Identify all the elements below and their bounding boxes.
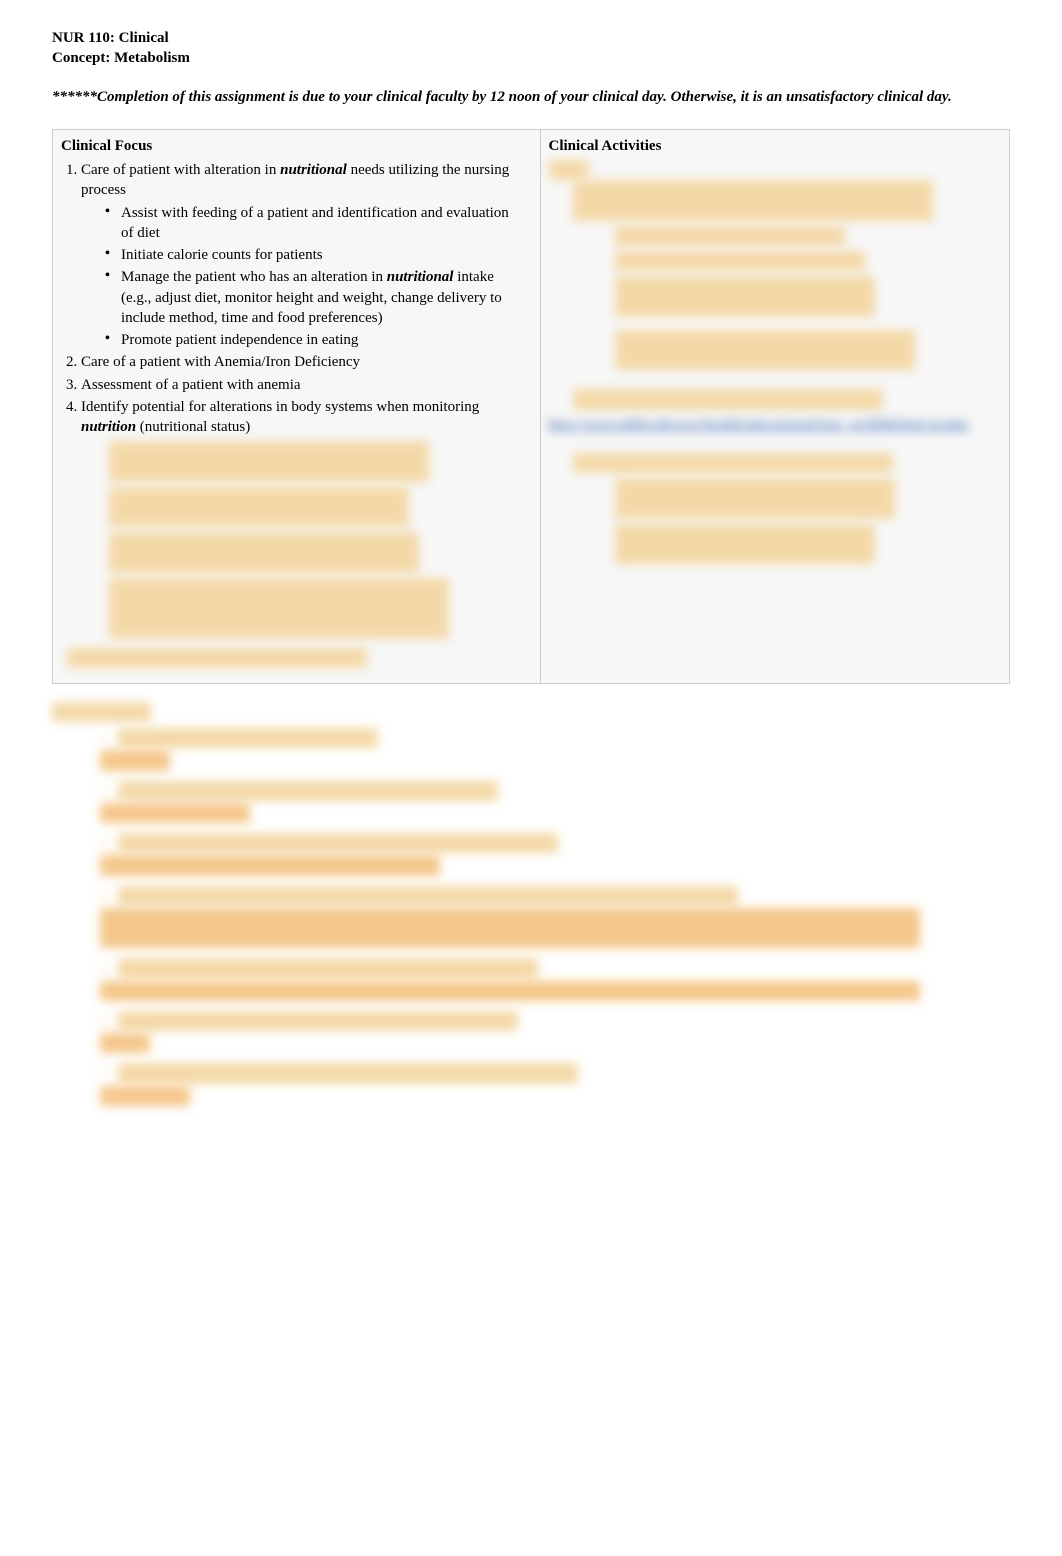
bmi-q5-q: What might you suggest if your patient w… [118,958,538,978]
bmi-q1-q: What BMI is considered "normal"? [118,728,378,748]
bullet-feeding: Assist with feeding of a patient and ide… [105,203,514,244]
bmi-q1: 1.What BMI is considered "normal"? 18.5-… [100,728,1010,771]
link-intro: Use the link below to determine your BMI [573,389,883,409]
bmi-section-title: BMI questions: [52,702,151,722]
focus-item-2: Care of a patient with Anemia/Iron Defic… [81,352,514,372]
bmi-q2: 2.Who might get an inaccurate or skewed … [100,781,1010,824]
bmi-q7: 7.How much does one liter of water weigh… [100,1063,1010,1106]
bmi-q3: 3.What medical conditions might be assoc… [100,833,1010,876]
focus-item-3: Assessment of a patient with anemia [81,375,514,395]
activity-line-2: 20% on the pre-simulation and [615,226,845,246]
focus-item-1: Care of patient with alteration in nutri… [81,160,514,350]
week-label: Week: [549,160,590,180]
bmi-q7-q: How much does one liter of water weigh i… [118,1063,578,1083]
bmi-q2-q: Who might get an inaccurate or skewed BM… [118,781,498,801]
bmi-q3-a: high blood pressure, type 2 diabetes, he… [100,855,440,875]
bmi-q4: 4.Of course, being the advocate, what mi… [100,886,1010,949]
hidden-sub-4: Compare patient side effects of tube fee… [109,578,449,639]
bmi-q4-q: Of course, being the advocate, what migh… [118,886,738,906]
bmi-q6-q: How many calories constitute one pound o… [118,1011,518,1031]
bmi-q4-a: the way to do it is getting necessary ca… [100,908,920,949]
clinical-activities-column: Clinical Activities Week: Complete 3 cas… [540,130,1010,683]
bmi-q6: 6.How many calories constitute one pound… [100,1011,1010,1054]
concept-map-2: Include: profiles of feeding methods, st… [615,478,895,519]
activity-line-1: Complete 3 case on Christopher Parrish S… [573,180,933,221]
clinical-focus-title: Clinical Focus [61,136,514,156]
hidden-subitems: Monitor patient output for changes from … [81,441,514,643]
bmi-q3-q: What medical conditions might be associa… [118,833,558,853]
two-column-layout: Clinical Focus Care of patient with alte… [52,129,1010,684]
bmi-q5-a: recommend consulting higher caloric food… [100,981,920,1001]
clinical-activities-title: Clinical Activities [549,136,1002,156]
concept-map-3: Discuss nursing signs and feeding abbrev… [615,524,875,565]
activity-line-5: Write a short note of your assessment an… [615,330,915,371]
bullet-independence: Promote patient independence in eating [105,330,514,350]
clinical-focus-column: Clinical Focus Care of patient with alte… [53,130,522,683]
focus-item-4: Identify potential for alterations in bo… [81,397,514,644]
concept-line: Concept: Metabolism [52,48,1010,68]
clinical-focus-list: Care of patient with alteration in nutri… [61,160,514,644]
hidden-sub-3: Care of a patient receiving enteral and … [109,532,419,573]
activity-line-4: Compete all the patient education questi… [615,276,875,317]
bullet-manage-pre: Manage the patient who has an alteration… [121,269,387,285]
document-header: NUR 110: Clinical Concept: Metabolism [52,28,1010,69]
bmi-q6-a: 3,500 [100,1033,150,1053]
focus-item-4-post: (nutritional status) [136,419,250,435]
bmi-q1-a: 18.5-24.9 [100,750,170,770]
bmi-q5: 5.What might you suggest if your patient… [100,958,1010,1001]
focus-item-1-emph: nutritional [280,162,347,178]
hidden-sub-1: Monitor patient output for changes from … [109,441,429,482]
activity-line-3: 60% on the post simulation quiz [615,251,865,271]
hidden-sub-2: Provide adhesive through ambulation or a… [109,487,409,528]
focus-item-4-emph: nutrition [81,419,136,435]
bullet-calorie: Initiate calorie counts for patients [105,245,514,265]
focus-item-4-pre: Identify potential for alterations in bo… [81,399,479,415]
assignment-note: ******Completion of this assignment is d… [52,87,1010,107]
bmi-link[interactable]: http://www.nhlbi.nih.gov/health/educatio… [549,415,969,435]
focus-item-1-pre: Care of patient with alteration in [81,162,280,178]
concept-map-1: Design a Concept Map on Adult/BMI value [573,453,893,473]
hidden-item-5: Diabetic focused nutrition - educational [67,648,367,668]
bmi-q7-a: 2.2 lbs, 1kg [100,1086,190,1106]
bmi-section: BMI questions: 1.What BMI is considered … [52,702,1010,1106]
bullet-manage: Manage the patient who has an alteration… [105,267,514,328]
focus-item-1-bullets: Assist with feeding of a patient and ide… [81,203,514,351]
course-code: NUR 110: Clinical [52,28,1010,48]
bmi-qa-list: 1.What BMI is considered "normal"? 18.5-… [52,728,1010,1106]
bmi-q2-a: athletes or the elderly [100,803,250,823]
bullet-manage-emph: nutritional [387,269,454,285]
